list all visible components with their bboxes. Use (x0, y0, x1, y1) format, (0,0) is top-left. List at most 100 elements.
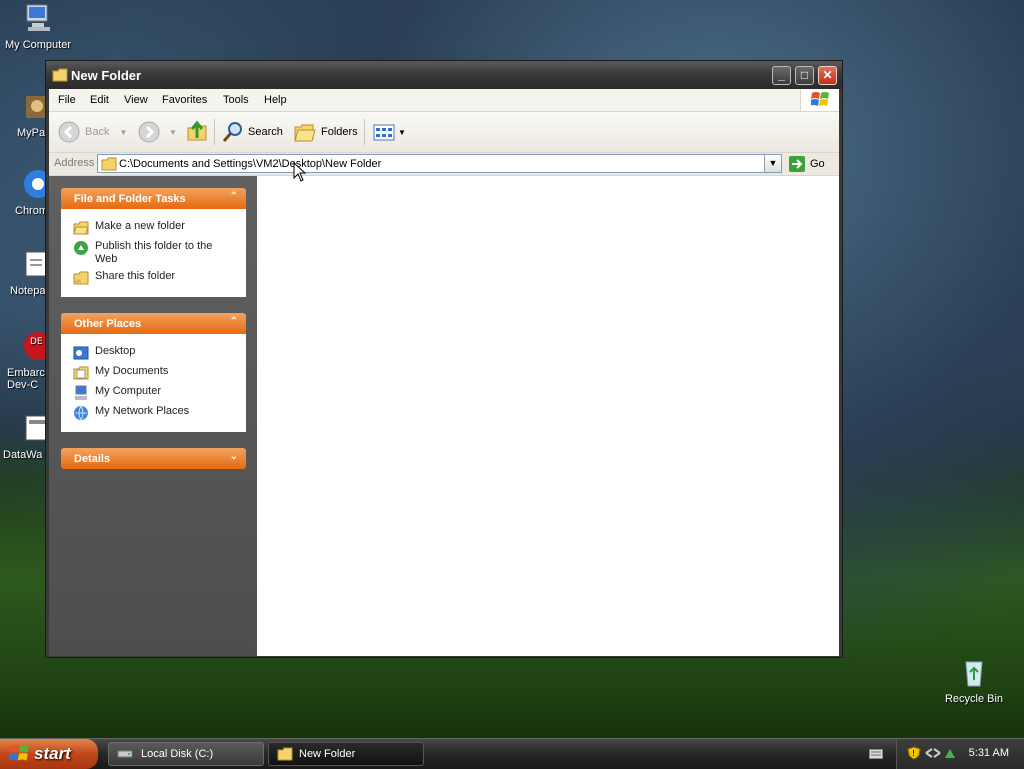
toolbar-separator (214, 119, 215, 145)
forward-button[interactable]: ▼ (137, 120, 177, 144)
desktop-icon-label: DataWa (3, 449, 43, 461)
desktop-icon-label: Notepa (10, 285, 45, 297)
go-label: Go (810, 158, 825, 170)
menu-favorites[interactable]: Favorites (162, 94, 207, 106)
desktop-icon-recycle-bin[interactable]: Recycle Bin (936, 656, 1012, 705)
menu-edit[interactable]: Edit (90, 94, 109, 106)
address-dropdown-button[interactable]: ▼ (764, 155, 781, 172)
search-button[interactable]: Search (221, 120, 283, 144)
go-arrow-icon (789, 156, 805, 172)
minimize-button[interactable]: _ (772, 66, 791, 85)
task-pane: File and Folder Tasks ⌃ Make a new folde… (49, 176, 257, 656)
start-button[interactable]: start (0, 739, 98, 769)
windows-logo-icon (9, 745, 29, 761)
toolbar: Back ▼ ▼ Search Folders ▼ (49, 112, 839, 153)
back-button[interactable]: Back ▼ (57, 120, 127, 144)
expand-chevron-icon[interactable]: ⌄ (230, 451, 238, 462)
forward-arrow-icon (138, 121, 160, 143)
panel-title: File and Folder Tasks (74, 193, 186, 205)
views-button[interactable]: ▼ (372, 120, 406, 144)
other-places-header[interactable]: Other Places ⌃ (61, 313, 246, 334)
desktop-icon-datawa[interactable]: DataWa (0, 412, 45, 461)
place-my-computer[interactable]: My Computer (73, 385, 225, 401)
menu-bar: File Edit View Favorites Tools Help (49, 89, 839, 112)
desktop-icon-chrome[interactable]: Chrom (0, 168, 45, 217)
recycle-bin-icon (965, 661, 983, 687)
safely-remove-icon[interactable] (943, 746, 957, 760)
address-input[interactable]: C:\Documents and Settings\VM2\Desktop\Ne… (97, 154, 782, 173)
address-label: Address (54, 157, 95, 169)
desktop-icon-my-computer[interactable]: My Computer (0, 2, 76, 51)
desktop-icon-embarcadero[interactable]: DE Embarca Dev-C (0, 330, 45, 391)
folders-button[interactable]: Folders (293, 120, 358, 144)
start-label: start (34, 744, 71, 763)
go-button[interactable]: Go (788, 154, 825, 174)
search-label: Search (248, 126, 283, 138)
back-label: Back (85, 126, 110, 138)
task-make-new-folder[interactable]: Make a new folder (73, 220, 225, 236)
place-my-network-places[interactable]: My Network Places (73, 405, 225, 421)
computer-icon (75, 385, 87, 400)
desktop-icon-mypa[interactable]: MyPa (0, 90, 45, 139)
title-bar[interactable]: New Folder _ □ ✕ (46, 61, 842, 89)
taskbar: start Local Disk (C:) New Folder ! 5:31 … (0, 738, 1024, 769)
up-folder-button[interactable] (185, 120, 209, 144)
computer-icon (26, 4, 50, 31)
documents-icon (73, 366, 89, 380)
keyboard-icon[interactable] (869, 749, 883, 759)
place-desktop[interactable]: Desktop (73, 345, 225, 361)
desktop-icon-label: My Computer (4, 39, 72, 51)
maximize-button[interactable]: □ (795, 66, 814, 85)
desktop-icon-label: Embarca Dev-C (7, 367, 45, 391)
taskbar-button-new-folder[interactable]: New Folder (268, 742, 424, 766)
menu-help[interactable]: Help (264, 94, 287, 106)
program-icon (26, 96, 45, 118)
folder-icon (277, 747, 293, 761)
network-icon (74, 405, 88, 421)
details-header[interactable]: Details ⌄ (61, 448, 246, 469)
system-tray: ! 5:31 AM (896, 739, 1024, 769)
desktop-icon-notepad[interactable]: Notepa (0, 248, 45, 297)
up-folder-icon (187, 120, 207, 141)
address-bar: Address C:\Documents and Settings\VM2\De… (49, 153, 839, 176)
collapse-chevron-icon[interactable]: ⌃ (230, 191, 238, 202)
task-publish-folder[interactable]: Publish this folder to the Web (73, 240, 225, 266)
file-folder-tasks-header[interactable]: File and Folder Tasks ⌃ (61, 188, 246, 209)
menu-view[interactable]: View (124, 94, 148, 106)
collapse-chevron-icon[interactable]: ⌃ (230, 316, 238, 327)
folder-content-area[interactable] (257, 176, 839, 656)
menu-file[interactable]: File (58, 94, 76, 106)
chevron-down-icon[interactable]: ▼ (119, 128, 127, 137)
security-shield-icon[interactable]: ! (907, 746, 921, 760)
desktop-icon-label: Chrom (15, 205, 45, 217)
notepad-icon (25, 251, 45, 277)
place-my-documents[interactable]: My Documents (73, 365, 225, 381)
desktop-icon-label: Recycle Bin (944, 693, 1004, 705)
desktop-icon-label: MyPa (17, 127, 45, 139)
menu-tools[interactable]: Tools (223, 94, 249, 106)
back-arrow-icon (58, 121, 80, 143)
other-places-body: Desktop My Documents My Computer My Netw… (61, 334, 246, 432)
chevron-down-icon: ▼ (398, 127, 406, 137)
publish-web-icon (74, 241, 88, 255)
search-icon (222, 122, 242, 142)
chrome-icon (24, 170, 45, 198)
taskbar-button-local-disk[interactable]: Local Disk (C:) (108, 742, 264, 766)
place-label: Desktop (95, 345, 136, 357)
task-label: Publish this folder to the Web (95, 240, 213, 265)
network-tray-icon[interactable] (925, 746, 941, 760)
svg-text:DE: DE (30, 337, 43, 347)
views-icon (373, 124, 395, 141)
chevron-down-icon[interactable]: ▼ (169, 128, 177, 137)
window-title: New Folder (71, 68, 142, 83)
devcpp-icon: DE (24, 332, 45, 360)
task-share-folder[interactable]: Share this folder (73, 270, 225, 286)
drive-icon (117, 750, 133, 758)
explorer-window: New Folder _ □ ✕ File Edit View Favorite… (45, 60, 843, 658)
folder-icon (52, 68, 68, 82)
close-button[interactable]: ✕ (818, 66, 837, 85)
share-folder-icon (73, 271, 89, 285)
folder-icon (101, 157, 117, 171)
taskbar-button-label: New Folder (299, 748, 356, 760)
panel-title: Details (74, 453, 111, 465)
